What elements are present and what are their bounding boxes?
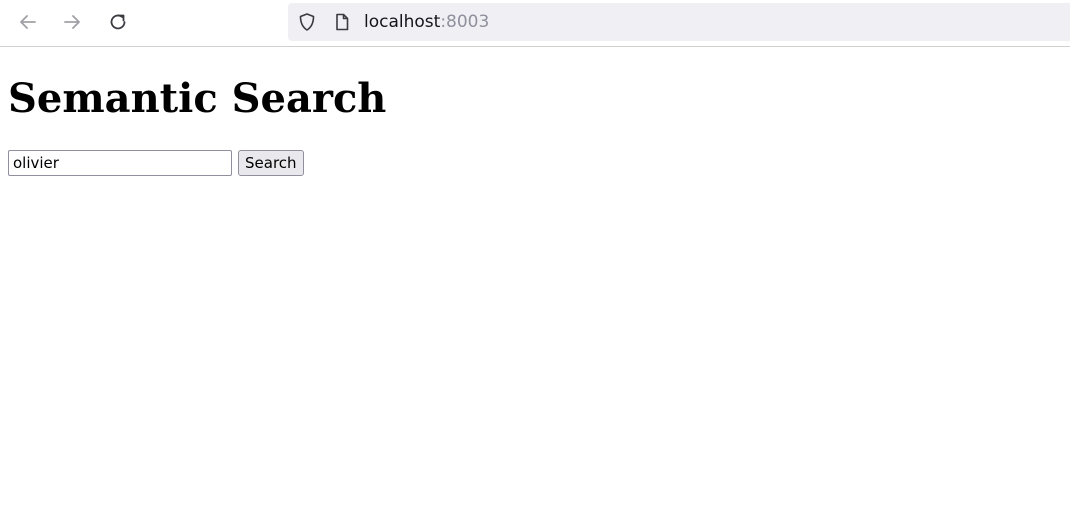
reload-icon xyxy=(110,14,126,30)
search-button[interactable]: Search xyxy=(238,150,304,176)
shield-icon xyxy=(299,13,315,31)
url-host: localhost xyxy=(364,12,441,32)
browser-toolbar: localhost:8003 xyxy=(0,0,1070,47)
page-content: Semantic Search Search xyxy=(0,47,1070,525)
search-input[interactable] xyxy=(8,150,232,176)
reload-button[interactable] xyxy=(104,8,132,36)
page-title: Semantic Search xyxy=(8,75,387,122)
forward-button[interactable] xyxy=(58,8,86,36)
arrow-left-icon xyxy=(20,15,36,29)
page-icon xyxy=(336,13,349,31)
url-port: :8003 xyxy=(440,12,490,32)
back-button[interactable] xyxy=(14,8,42,36)
arrow-right-icon xyxy=(64,15,80,29)
tracking-protection-button[interactable] xyxy=(297,12,317,32)
address-bar[interactable]: localhost:8003 xyxy=(288,3,1070,41)
site-info-button[interactable] xyxy=(332,12,352,32)
search-form: Search xyxy=(8,150,304,176)
url-text[interactable]: localhost:8003 xyxy=(364,12,489,32)
